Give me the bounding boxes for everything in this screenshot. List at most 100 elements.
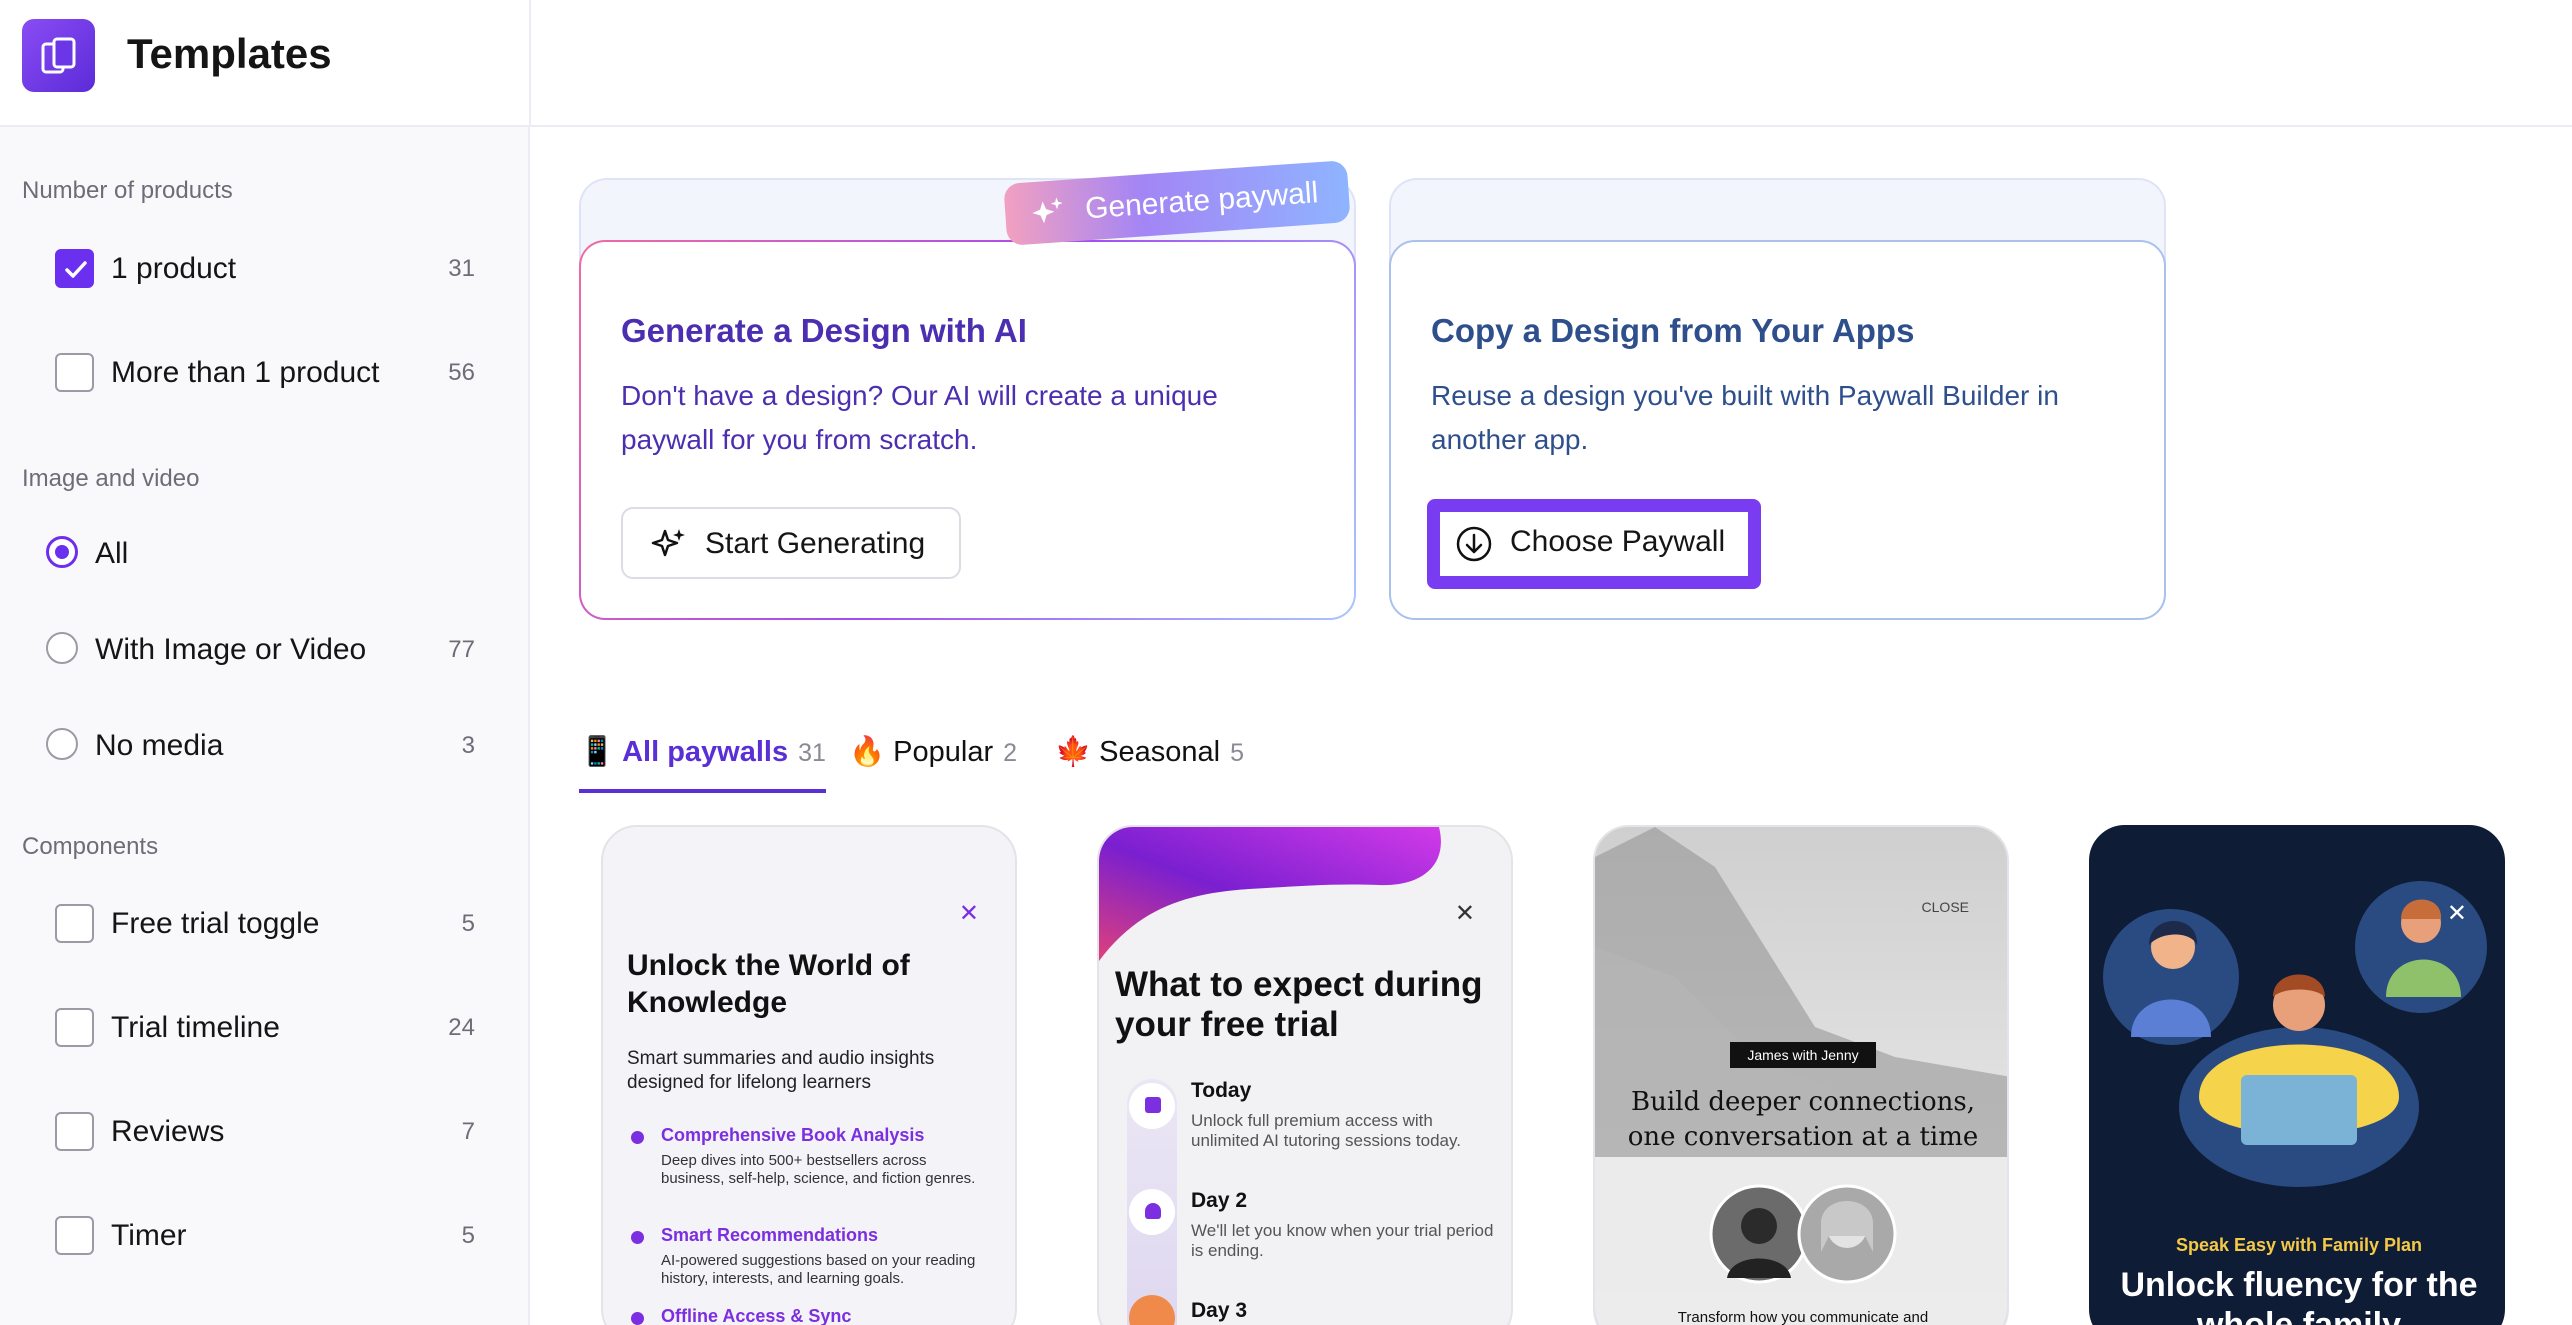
tab-count: 31 xyxy=(798,739,826,767)
maple-leaf-icon: 🍁 xyxy=(1055,736,1092,768)
bullet-icon xyxy=(631,1312,644,1325)
checkbox[interactable] xyxy=(55,1008,94,1047)
filter-sidebar: Number of products 1 product 31 More tha… xyxy=(0,127,530,1325)
choose-paywall-label: Choose Paywall xyxy=(1510,525,1726,558)
lock-icon xyxy=(1129,1083,1175,1129)
close-icon: ✕ xyxy=(958,900,979,927)
filter-option-with-media[interactable]: With Image or Video 77 xyxy=(46,624,475,674)
step-title: Today xyxy=(1191,1079,1252,1102)
checkbox[interactable] xyxy=(55,1216,94,1255)
template-title: Build deeper connections, one conversati… xyxy=(1627,1087,1979,1152)
feature-title: Smart Recommendations xyxy=(661,1225,879,1245)
copy-design-card: Copy a Design from Your Apps Reuse a des… xyxy=(1389,178,2166,620)
sparkle-icon xyxy=(1032,197,1063,224)
start-generating-button[interactable]: Start Generating xyxy=(621,507,961,579)
filter-option-count: 56 xyxy=(448,359,475,386)
filter-option-trial-timeline[interactable]: Trial timeline 24 xyxy=(55,1002,475,1052)
filter-option-more-products[interactable]: More than 1 product 56 xyxy=(55,347,475,397)
fire-icon: 🔥 xyxy=(849,736,886,768)
tab-seasonal[interactable]: 🍁 Seasonal 5 xyxy=(1055,735,1244,793)
templates-icon xyxy=(41,37,76,74)
app-logo[interactable] xyxy=(22,19,95,92)
checkbox[interactable] xyxy=(55,904,94,943)
tab-label: All paywalls xyxy=(622,736,789,768)
filter-section-title: Image and video xyxy=(22,465,200,492)
radio[interactable] xyxy=(46,632,78,664)
close-icon: ✕ xyxy=(1454,900,1475,927)
family-illustration xyxy=(2103,881,2487,1187)
template-tabs: 📱 All paywalls 31 🔥 Popular 2 🍁 Seasonal 5 xyxy=(579,735,1479,795)
filter-option-label: No media xyxy=(95,729,224,762)
step-title: Day 3 xyxy=(1191,1299,1248,1322)
filter-option-count: 31 xyxy=(448,255,475,282)
ai-card-description: Don't have a design? Our AI will create … xyxy=(621,380,1218,455)
step-desc: We'll let you know when your trial perio… xyxy=(1191,1221,1494,1260)
step-desc: Unlock full premium access with unlimite… xyxy=(1191,1111,1461,1150)
checkbox-checked[interactable] xyxy=(55,249,94,288)
radio-selected[interactable] xyxy=(46,536,78,568)
header: Templates xyxy=(0,0,2572,127)
choose-paywall-button[interactable]: Choose Paywall xyxy=(1427,499,1761,589)
phone-icon: 📱 xyxy=(579,736,616,768)
feature-title: Offline Access & Sync xyxy=(661,1306,852,1325)
filter-option-label: All xyxy=(95,537,129,570)
download-circle-icon xyxy=(1456,526,1492,562)
template-card-connections[interactable]: CLOSE James with Jenny Build deeper conn… xyxy=(1593,825,2009,1325)
app-root: Templates Number of products 1 product 3… xyxy=(0,0,2572,1325)
filter-option-label: With Image or Video xyxy=(95,633,367,666)
filter-option-label: Reviews xyxy=(111,1115,225,1148)
radio[interactable] xyxy=(46,728,78,760)
filter-option-no-media[interactable]: No media 3 xyxy=(46,720,475,770)
timeline-step: Day 3 xyxy=(1191,1299,1501,1323)
ai-design-card: Generate a Design with AI Don't have a d… xyxy=(579,178,1356,620)
filter-option-reviews[interactable]: Reviews 7 xyxy=(55,1106,475,1156)
feature-item: Comprehensive Book Analysis Deep dives i… xyxy=(631,1125,991,1188)
filter-option-count: 5 xyxy=(461,910,475,937)
bullet-icon xyxy=(631,1131,644,1144)
tab-all-paywalls[interactable]: 📱 All paywalls 31 xyxy=(579,735,826,793)
close-icon: ✕ xyxy=(2446,900,2467,927)
filter-option-label: 1 product xyxy=(111,252,237,285)
filter-option-all-media[interactable]: All xyxy=(46,528,475,578)
filter-option-count: 24 xyxy=(448,1014,475,1041)
close-button: CLOSE xyxy=(1921,899,1969,915)
filter-option-count: 77 xyxy=(448,636,475,663)
avatar-pair xyxy=(1709,1184,1897,1284)
template-title: Unlock fluency for the whole family xyxy=(2120,1266,2478,1325)
template-card-knowledge[interactable]: ✕ Unlock the World of Knowledge Smart su… xyxy=(601,825,1017,1325)
feature-desc: Deep dives into 500+ bestsellers across … xyxy=(661,1152,976,1187)
page-title: Templates xyxy=(127,30,332,77)
checkmark-icon xyxy=(65,261,87,278)
filter-option-label: Timer xyxy=(111,1219,187,1252)
checkbox[interactable] xyxy=(55,1112,94,1151)
copy-card-title: Copy a Design from Your Apps xyxy=(1431,312,1915,349)
filter-option-free-trial-toggle[interactable]: Free trial toggle 5 xyxy=(55,898,475,948)
template-subtitle: Speak Easy with Family Plan xyxy=(2175,1235,2423,1255)
template-card-family-plan[interactable]: ✕ Speak Easy with Family Plan Unlock flu… xyxy=(2089,825,2505,1325)
filter-section-title: Components xyxy=(22,833,159,860)
checkbox[interactable] xyxy=(55,353,94,392)
template-title: Unlock the World of Knowledge xyxy=(627,949,910,1019)
tab-popular[interactable]: 🔥 Popular 2 xyxy=(849,735,1017,793)
filter-option-count: 7 xyxy=(461,1118,475,1145)
header-divider xyxy=(529,0,531,127)
tab-label: Seasonal xyxy=(1099,736,1221,768)
feature-title: Comprehensive Book Analysis xyxy=(661,1125,925,1145)
copy-card-body: Copy a Design from Your Apps Reuse a des… xyxy=(1389,240,2166,620)
filter-option-1-product[interactable]: 1 product 31 xyxy=(55,243,475,293)
filter-option-label: More than 1 product xyxy=(111,356,380,389)
timeline-step: Today Unlock full premium access with un… xyxy=(1191,1079,1501,1151)
step-title: Day 2 xyxy=(1191,1189,1248,1212)
filter-option-timer[interactable]: Timer 5 xyxy=(55,1210,475,1260)
tab-count: 5 xyxy=(1230,739,1245,767)
template-subtitle: Smart summaries and audio insights desig… xyxy=(627,1048,935,1093)
sparkle-icon xyxy=(651,529,685,557)
bullet-icon xyxy=(631,1231,644,1244)
template-card-free-trial[interactable]: ✕ What to expect during your free trial … xyxy=(1097,825,1513,1325)
tag-label: James with Jenny xyxy=(1730,1042,1876,1068)
filter-section-title: Number of products xyxy=(22,177,233,204)
filter-option-count: 5 xyxy=(461,1222,475,1249)
bell-icon xyxy=(1129,1189,1175,1235)
generate-paywall-label: Generate paywall xyxy=(1084,176,1320,226)
feature-item: Offline Access & Sync xyxy=(631,1306,991,1325)
